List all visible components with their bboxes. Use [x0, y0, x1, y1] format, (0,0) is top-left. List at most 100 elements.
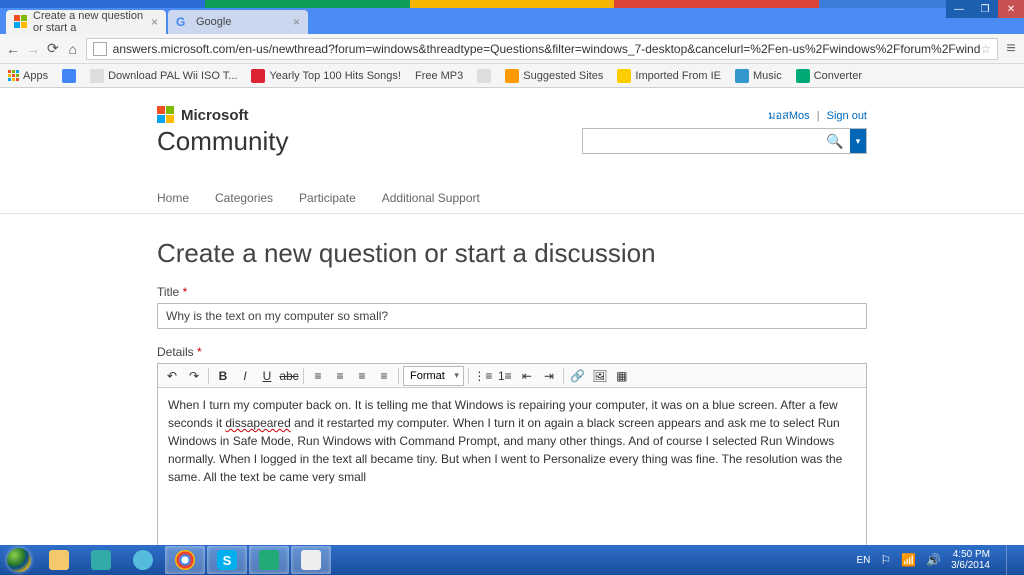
- taskbar-skype[interactable]: S: [207, 546, 247, 574]
- taskbar-app[interactable]: [123, 546, 163, 574]
- justify-button[interactable]: ≡: [374, 366, 394, 386]
- tab-title: Google: [196, 16, 231, 28]
- search-button[interactable]: 🔍: [820, 129, 850, 153]
- bookmark-item[interactable]: Yearly Top 100 Hits Songs!: [251, 69, 400, 83]
- bookmark-item[interactable]: [477, 69, 491, 83]
- bookmark-icon: [62, 69, 76, 83]
- align-center-button[interactable]: ≡: [330, 366, 350, 386]
- paint-icon: [301, 550, 321, 570]
- nav-home[interactable]: Home: [157, 191, 189, 205]
- reload-button[interactable]: ⟳: [46, 39, 60, 59]
- explorer-icon: [49, 550, 69, 570]
- underline-button[interactable]: U: [257, 366, 277, 386]
- nav-participate[interactable]: Participate: [299, 191, 356, 205]
- forward-button[interactable]: →: [26, 39, 40, 59]
- taskbar-app[interactable]: [249, 546, 289, 574]
- app-icon: [133, 550, 153, 570]
- browser-tab[interactable]: G Google ×: [168, 10, 308, 34]
- page-title: Create a new question or start a discuss…: [157, 238, 867, 269]
- bookmark-icon: [477, 69, 491, 83]
- undo-button[interactable]: ↶: [162, 366, 182, 386]
- bookmark-icon: [505, 69, 519, 83]
- bookmark-star-icon[interactable]: ☆: [980, 42, 991, 56]
- number-list-button[interactable]: 1≡: [495, 366, 515, 386]
- image-button[interactable]: 🖼: [590, 366, 610, 386]
- clock[interactable]: 4:50 PM 3/6/2014: [951, 549, 990, 571]
- maximize-button[interactable]: ❐: [972, 0, 998, 18]
- table-button[interactable]: ▦: [612, 366, 632, 386]
- microsoft-logo-icon: [157, 106, 175, 124]
- language-indicator[interactable]: EN: [856, 555, 870, 566]
- redo-button[interactable]: ↷: [184, 366, 204, 386]
- windows-orb-icon: [7, 548, 31, 572]
- bookmark-item[interactable]: Converter: [796, 69, 862, 83]
- bookmark-item[interactable]: Suggested Sites: [505, 69, 603, 83]
- ms-favicon: [14, 15, 27, 29]
- outdent-button[interactable]: ⇤: [517, 366, 537, 386]
- close-tab-icon[interactable]: ×: [151, 15, 158, 29]
- page-content: มอสMos | Sign out 🔍 ▾ Microsoft Communit…: [0, 88, 1024, 545]
- editor-textarea[interactable]: When I turn my computer back on. It is t…: [158, 388, 866, 545]
- address-bar[interactable]: answers.microsoft.com/en-us/newthread?fo…: [86, 38, 999, 60]
- start-button[interactable]: [0, 545, 38, 575]
- taskbar-chrome[interactable]: [165, 546, 205, 574]
- divider: [0, 213, 1024, 214]
- align-right-button[interactable]: ≡: [352, 366, 372, 386]
- bookmark-icon: [796, 69, 810, 83]
- tab-title: Create a new question or start a: [33, 10, 151, 34]
- chrome-menu-button[interactable]: ≡: [1004, 40, 1018, 58]
- taskbar-app[interactable]: [81, 546, 121, 574]
- tray-network-icon[interactable]: 📶: [901, 553, 916, 567]
- close-window-button[interactable]: ✕: [998, 0, 1024, 18]
- italic-button[interactable]: I: [235, 366, 255, 386]
- close-tab-icon[interactable]: ×: [293, 15, 300, 29]
- windows-taskbar: S EN ⚐ 📶 🔊 4:50 PM 3/6/2014: [0, 545, 1024, 575]
- tray-volume-icon[interactable]: 🔊: [926, 553, 941, 567]
- bookmark-item[interactable]: Imported From IE: [617, 69, 721, 83]
- tray-flag-icon[interactable]: ⚐: [880, 553, 891, 567]
- bookmark-item[interactable]: Download PAL Wii ISO T...: [90, 69, 237, 83]
- site-search: 🔍 ▾: [582, 128, 867, 154]
- bookmark-item[interactable]: Free MP3: [415, 70, 463, 82]
- spelling-error: dissapeared: [225, 416, 290, 430]
- browser-tab-active[interactable]: Create a new question or start a ×: [6, 10, 166, 34]
- window-titlebar: [0, 0, 1024, 8]
- title-input[interactable]: [157, 303, 867, 329]
- taskbar-explorer[interactable]: [39, 546, 79, 574]
- bullet-list-button[interactable]: ⋮≡: [473, 366, 493, 386]
- skype-icon: S: [217, 550, 237, 570]
- align-left-button[interactable]: ≡: [308, 366, 328, 386]
- app-icon: [259, 550, 279, 570]
- format-select[interactable]: Format: [403, 366, 464, 386]
- browser-toolbar: ← → ⟳ ⌂ answers.microsoft.com/en-us/newt…: [0, 34, 1024, 64]
- bookmark-item[interactable]: [62, 69, 76, 83]
- magnifier-icon: 🔍: [826, 133, 843, 150]
- apps-icon: [8, 70, 19, 81]
- details-label: Details *: [157, 345, 867, 359]
- bookmark-item[interactable]: Music: [735, 69, 782, 83]
- google-favicon: G: [176, 15, 190, 29]
- folder-icon: [617, 69, 631, 83]
- search-input[interactable]: [583, 129, 820, 153]
- back-button[interactable]: ←: [6, 39, 20, 59]
- apps-button[interactable]: Apps: [8, 70, 48, 82]
- signout-link[interactable]: Sign out: [827, 110, 867, 122]
- taskbar-paint[interactable]: [291, 546, 331, 574]
- nav-categories[interactable]: Categories: [215, 191, 273, 205]
- browser-tabstrip: Create a new question or start a × G Goo…: [0, 8, 1024, 34]
- link-button[interactable]: 🔗: [568, 366, 588, 386]
- minimize-button[interactable]: —: [946, 0, 972, 18]
- bold-button[interactable]: B: [213, 366, 233, 386]
- title-label: Title *: [157, 285, 867, 299]
- page-icon: [93, 42, 107, 56]
- bookmark-icon: [251, 69, 265, 83]
- show-desktop-button[interactable]: [1006, 545, 1016, 575]
- brand-header: Microsoft: [157, 106, 867, 124]
- rich-text-editor: ↶ ↷ B I U abc ≡ ≡ ≡ ≡ Format ⋮≡ 1≡ ⇤ ⇥: [157, 363, 867, 545]
- indent-button[interactable]: ⇥: [539, 366, 559, 386]
- search-dropdown-button[interactable]: ▾: [850, 129, 866, 153]
- home-button[interactable]: ⌂: [66, 39, 80, 59]
- nav-additional-support[interactable]: Additional Support: [382, 191, 480, 205]
- username-link[interactable]: มอสMos: [768, 110, 809, 122]
- strike-button[interactable]: abc: [279, 366, 299, 386]
